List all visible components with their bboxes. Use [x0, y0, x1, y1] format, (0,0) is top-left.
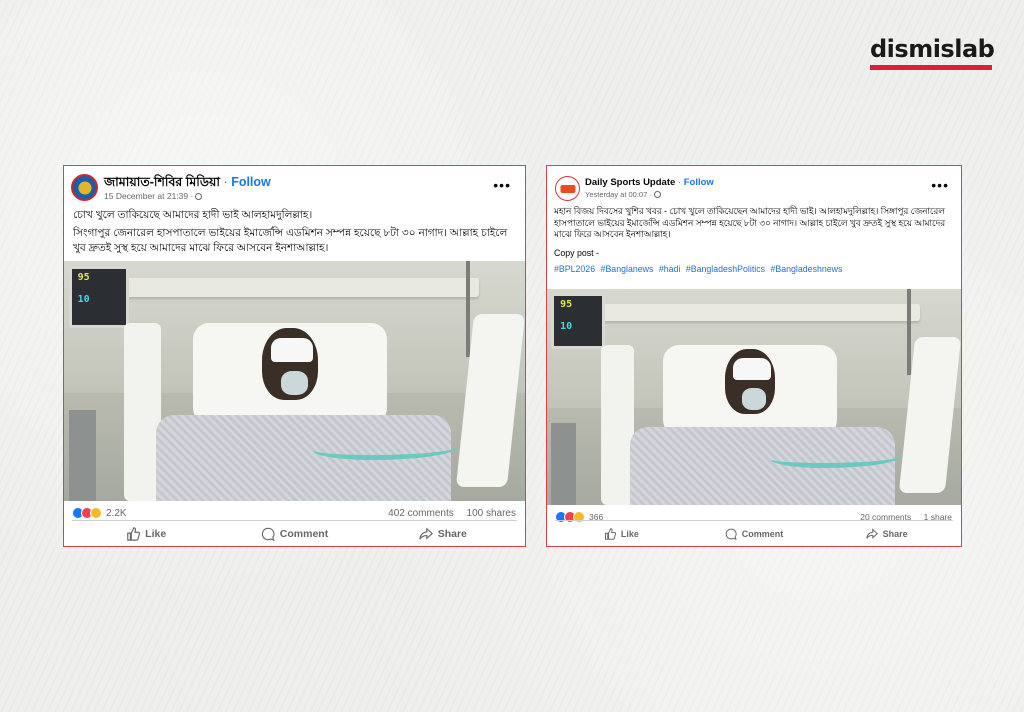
hashtag-link[interactable]: #BangladeshPolitics — [686, 264, 765, 274]
engagement-counts: 402 comments 100 shares — [388, 508, 516, 519]
comment-bubble-icon — [725, 528, 737, 540]
separator-dot: · — [677, 177, 682, 188]
comments-count[interactable]: 402 comments — [388, 508, 454, 519]
page-avatar-icon[interactable] — [555, 176, 580, 201]
comment-label: Comment — [279, 527, 329, 540]
facebook-post-2: Daily Sports Update · Follow Yesterday a… — [546, 165, 962, 547]
post-timestamp: Yesterday at 00:07 · — [585, 190, 661, 199]
globe-icon — [653, 191, 661, 198]
photo-monitor: 95 10 — [68, 265, 129, 329]
post-text-line: চোখ খুলে তাকিয়েছে আমাদের হাদী ভাই আলহাম… — [73, 209, 313, 221]
post-text-line: সিংগাপুর জেনারেল হাসপাতালে ভাইয়ের ইমার্… — [73, 227, 508, 254]
like-button[interactable]: Like — [555, 521, 688, 546]
post-action-bar: Like Comment Share — [555, 520, 953, 546]
brand-underline — [870, 65, 992, 70]
thumbs-up-icon — [604, 527, 616, 540]
more-options-icon[interactable]: ••• — [931, 178, 949, 192]
brand-name: dismislab — [870, 35, 995, 63]
like-button[interactable]: Like — [72, 521, 220, 546]
share-label: Share — [437, 527, 467, 540]
monitor-value-top: 95 — [77, 271, 90, 283]
share-label: Share — [882, 528, 908, 539]
page-avatar-icon[interactable] — [71, 174, 98, 201]
hashtag-link[interactable]: #Banglanews — [601, 264, 654, 274]
like-label: Like — [145, 527, 167, 540]
more-options-icon[interactable]: ••• — [493, 178, 511, 192]
facebook-post-1: জামায়াত-শিবির মিডিয়া · Follow 15 Decem… — [63, 165, 526, 547]
comment-button[interactable]: Comment — [220, 521, 368, 546]
share-arrow-icon — [865, 527, 878, 539]
care-reaction-icon — [90, 507, 102, 519]
shares-count[interactable]: 100 shares — [467, 508, 516, 519]
post-text-line: মহান বিজয় দিবসের খুশির খবর - চোখ খুলে ত… — [554, 206, 946, 239]
like-label: Like — [620, 528, 639, 539]
photo-headboard — [110, 277, 479, 297]
post-body: চোখ খুলে তাকিয়েছে আমাদের হাদী ভাই আলহাম… — [64, 206, 525, 261]
timestamp-text[interactable]: 15 December at 21:39 · — [104, 191, 193, 201]
comment-button[interactable]: Comment — [688, 521, 821, 546]
comment-bubble-icon — [261, 527, 275, 541]
monitor-value-top: 95 — [560, 299, 573, 311]
reactions-count: 2.2K — [106, 507, 127, 519]
reactions-summary[interactable]: 2.2K — [72, 507, 127, 519]
comment-label: Comment — [741, 528, 784, 539]
monitor-value-bottom: 10 — [560, 321, 573, 333]
photo-oxygen-mask — [280, 371, 309, 396]
post-photo[interactable]: 95 10 — [64, 261, 525, 501]
separator-dot: · — [223, 175, 228, 189]
post-header: Daily Sports Update · Follow Yesterday a… — [547, 166, 961, 206]
follow-button[interactable]: Follow — [684, 177, 714, 188]
page-name-line: Daily Sports Update · Follow — [585, 177, 714, 188]
post-photo[interactable]: 95 10 — [547, 289, 961, 505]
page-name[interactable]: জামায়াত-শিবির মিডিয়া — [104, 175, 220, 189]
post-header: জামায়াত-শিবির মিডিয়া · Follow 15 Decem… — [64, 166, 525, 206]
photo-iv-pole — [465, 261, 470, 357]
post-body: মহান বিজয় দিবসের খুশির খবর - চোখ খুলে ত… — [547, 206, 961, 289]
photo-monitor: 95 10 — [551, 293, 605, 350]
photo-bed-rail-left — [600, 345, 634, 505]
follow-button[interactable]: Follow — [231, 175, 271, 189]
monitor-value-bottom: 10 — [77, 293, 90, 305]
globe-icon — [195, 193, 203, 200]
hashtag-link[interactable]: #hadi — [659, 264, 681, 274]
photo-head-bandage — [733, 358, 771, 380]
hashtag-list: #BPL2026 #Banglanews #hadi #BangladeshPo… — [554, 264, 954, 276]
timestamp-text[interactable]: Yesterday at 00:07 · — [585, 190, 652, 199]
share-button[interactable]: Share — [820, 521, 953, 546]
post-action-bar: Like Comment Share — [72, 520, 517, 546]
photo-head-bandage — [271, 337, 313, 362]
thumbs-up-icon — [127, 526, 141, 541]
photo-stand — [551, 422, 576, 505]
page-name[interactable]: Daily Sports Update — [585, 177, 675, 188]
hashtag-link[interactable]: #Bangladeshnews — [771, 264, 843, 274]
dismislab-logo: dismislab — [870, 35, 995, 70]
hashtag-link[interactable]: #BPL2026 — [554, 264, 595, 274]
photo-stand — [68, 409, 97, 501]
share-button[interactable]: Share — [369, 521, 517, 546]
photo-oxygen-mask — [741, 388, 767, 410]
copy-post-label: Copy post - — [554, 247, 599, 258]
photo-headboard — [588, 304, 920, 322]
post-timestamp: 15 December at 21:39 · — [104, 191, 203, 201]
photo-iv-pole — [907, 289, 912, 376]
share-arrow-icon — [419, 526, 433, 540]
